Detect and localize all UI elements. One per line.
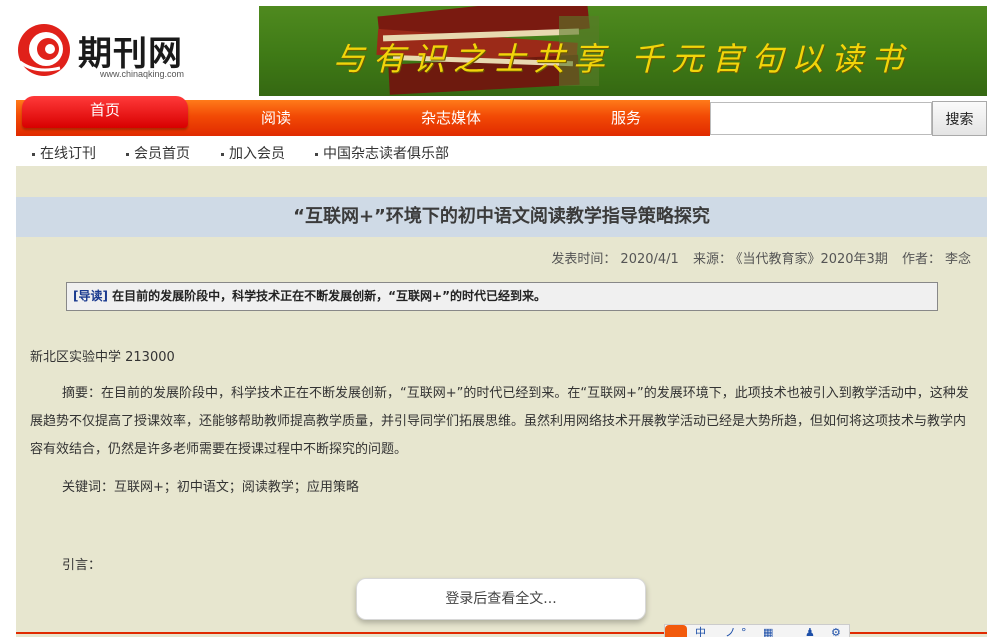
ime-skin-icon[interactable]: ♟	[805, 627, 815, 637]
logo-url: www.chinaqking.com	[100, 69, 185, 79]
intro-heading: 引言：	[62, 558, 102, 573]
site-logo[interactable]: 期刊网 www.chinaqking.com	[16, 22, 216, 82]
login-to-read-button[interactable]: 登录后查看全文...	[356, 578, 646, 620]
ime-punctuation-icon[interactable]: ノ	[725, 627, 736, 637]
bullet-icon	[32, 152, 35, 156]
publish-date: 2020/4/1	[620, 252, 679, 267]
subnav-item-readers-club[interactable]: 中国杂志读者俱乐部	[315, 143, 449, 163]
lead-text: 在目前的发展阶段中，科学技术正在不断发展创新，“互联网+”的时代已经到来。	[112, 289, 547, 303]
keywords-line: 关键词：互联网+；初中语文；阅读教学；应用策略	[62, 480, 359, 495]
search-input[interactable]	[710, 102, 932, 135]
lead-summary-box: [导读] 在目前的发展阶段中，科学技术正在不断发展创新，“互联网+”的时代已经到…	[66, 282, 938, 311]
ime-toolbar[interactable]: 中 ノ ° ▦ ♟ ⚙	[664, 624, 850, 637]
author-value: 李念	[944, 252, 971, 267]
ime-keyboard-icon[interactable]: ▦	[763, 627, 773, 637]
bullet-icon	[315, 152, 318, 156]
lead-tag: [导读]	[73, 289, 108, 303]
nav-item-service[interactable]: 服务	[576, 100, 676, 136]
subnav-item-subscribe[interactable]: 在线订刊	[32, 143, 96, 163]
source-value: 《当代教育家》2020年3期	[735, 252, 888, 267]
author-label: 作者：	[901, 252, 941, 267]
author-affiliation: 新北区实验中学 213000	[30, 350, 175, 365]
nav-item-home[interactable]: 首页	[22, 96, 188, 128]
subnav-item-member-home[interactable]: 会员首页	[126, 143, 190, 163]
bullet-icon	[126, 152, 129, 156]
subnav-item-join[interactable]: 加入会员	[221, 143, 285, 163]
ime-settings-icon[interactable]: ⚙	[831, 627, 841, 637]
ime-logo-icon	[665, 625, 687, 637]
sub-nav: 在线订刊 会员首页 加入会员 中国杂志读者俱乐部	[16, 138, 987, 166]
search-button[interactable]: 搜索	[932, 101, 987, 136]
ime-language-icon[interactable]: 中	[695, 627, 706, 637]
bullet-icon	[221, 152, 224, 156]
abstract-paragraph: 摘要：在目前的发展阶段中，科学技术正在不断发展创新，“互联网+”的时代已经到来。…	[30, 386, 969, 457]
source-label: 来源：	[692, 252, 732, 267]
logo-name: 期刊网	[78, 34, 183, 74]
article-panel: “互联网+”环境下的初中语文阅读教学指导策略探究 发表时间： 2020/4/1 来…	[16, 166, 987, 637]
main-nav: 首页 阅读 杂志媒体 服务	[16, 96, 710, 136]
article-meta: 发表时间： 2020/4/1 来源： 《当代教育家》2020年3期 作者： 李念	[547, 248, 971, 267]
subnav-label: 会员首页	[134, 146, 190, 162]
subnav-label: 在线订刊	[40, 146, 96, 162]
subnav-label: 加入会员	[229, 146, 285, 162]
logo-swirl-icon	[18, 24, 70, 76]
article-title: “互联网+”环境下的初中语文阅读教学指导策略探究	[16, 197, 987, 237]
nav-item-magazine-media[interactable]: 杂志媒体	[396, 100, 506, 136]
header-banner: 与有识之士共享 千元官句以读书	[259, 6, 987, 96]
ime-halfwidth-icon[interactable]: °	[741, 627, 747, 637]
banner-slogan: 与有识之士共享 千元官句以读书	[333, 40, 912, 78]
nav-item-read[interactable]: 阅读	[226, 100, 326, 136]
subnav-label: 中国杂志读者俱乐部	[323, 146, 449, 162]
publish-label: 发表时间：	[551, 252, 617, 267]
